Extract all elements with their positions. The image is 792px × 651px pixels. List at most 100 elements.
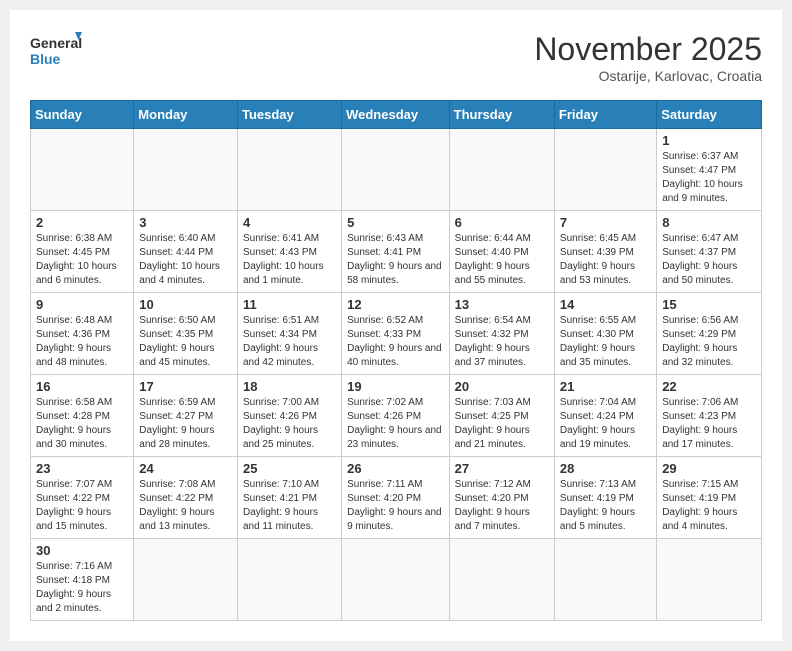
day-number: 16: [36, 379, 128, 394]
day-info: Sunrise: 7:03 AMSunset: 4:25 PMDaylight:…: [455, 396, 549, 452]
day-number: 29: [662, 461, 756, 476]
day-number: 28: [560, 461, 651, 476]
day-info: Sunrise: 6:40 AMSunset: 4:44 PMDaylight:…: [139, 232, 232, 288]
cell-week0-day5: [554, 129, 656, 211]
svg-text:Blue: Blue: [30, 51, 61, 67]
day-info: Sunrise: 6:44 AMSunset: 4:40 PMDaylight:…: [455, 232, 549, 288]
title-block: November 2025 Ostarije, Karlovac, Croati…: [534, 30, 762, 84]
cell-week1-day0: 2Sunrise: 6:38 AMSunset: 4:45 PMDaylight…: [31, 211, 134, 293]
day-info: Sunrise: 6:55 AMSunset: 4:30 PMDaylight:…: [560, 314, 651, 370]
cell-week4-day1: 24Sunrise: 7:08 AMSunset: 4:22 PMDayligh…: [134, 457, 238, 539]
cell-week4-day4: 27 Sunrise: 7:12 AMSunset: 4:20 PMDayligh…: [449, 457, 554, 539]
header-wednesday: Wednesday: [342, 101, 450, 129]
cell-week0-day6: 1Sunrise: 6:37 AMSunset: 4:47 PMDaylight…: [657, 129, 762, 211]
day-number: 13: [455, 297, 549, 312]
cell-week5-day3: [342, 539, 450, 621]
cell-week2-day3: 12Sunrise: 6:52 AMSunset: 4:33 PMDayligh…: [342, 293, 450, 375]
week-row-4: 23 Sunrise: 7:07 AMSunset: 4:22 PMDayligh…: [31, 457, 762, 539]
day-info: Sunrise: 7:12 AMSunset: 4:20 PMDaylight:…: [455, 478, 549, 534]
cell-week5-day2: [237, 539, 341, 621]
day-info: Sunrise: 7:07 AMSunset: 4:22 PMDaylight:…: [36, 478, 128, 534]
day-number: 30: [36, 543, 128, 558]
day-info: Sunrise: 7:16 AMSunset: 4:18 PMDaylight:…: [36, 560, 128, 616]
cell-week3-day6: 22Sunrise: 7:06 AMSunset: 4:23 PMDayligh…: [657, 375, 762, 457]
week-row-5: 30 Sunrise: 7:16 AMSunset: 4:18 PMDayligh…: [31, 539, 762, 621]
cell-week1-day3: 5Sunrise: 6:43 AMSunset: 4:41 PMDaylight…: [342, 211, 450, 293]
day-number: 10: [139, 297, 232, 312]
header-thursday: Thursday: [449, 101, 554, 129]
day-number: 21: [560, 379, 651, 394]
day-info: Sunrise: 7:11 AMSunset: 4:20 PMDaylight:…: [347, 478, 444, 534]
day-number: 23: [36, 461, 128, 476]
cell-week5-day5: [554, 539, 656, 621]
logo-wordmark: General Blue: [30, 30, 82, 72]
header-saturday: Saturday: [657, 101, 762, 129]
day-number: 7: [560, 215, 651, 230]
cell-week1-day5: 7Sunrise: 6:45 AMSunset: 4:39 PMDaylight…: [554, 211, 656, 293]
day-info: Sunrise: 6:50 AMSunset: 4:35 PMDaylight:…: [139, 314, 232, 370]
cell-week4-day5: 28 Sunrise: 7:13 AMSunset: 4:19 PMDayligh…: [554, 457, 656, 539]
day-info: Sunrise: 7:13 AMSunset: 4:19 PMDaylight:…: [560, 478, 651, 534]
cell-week5-day6: [657, 539, 762, 621]
cell-week4-day2: 25 Sunrise: 7:10 AMSunset: 4:21 PMDayligh…: [237, 457, 341, 539]
day-info: Sunrise: 6:38 AMSunset: 4:45 PMDaylight:…: [36, 232, 128, 288]
svg-text:General: General: [30, 35, 82, 51]
day-info: Sunrise: 6:47 AMSunset: 4:37 PMDaylight:…: [662, 232, 756, 288]
logo: General Blue: [30, 30, 82, 72]
day-info: Sunrise: 7:10 AMSunset: 4:21 PMDaylight:…: [243, 478, 336, 534]
day-number: 11: [243, 297, 336, 312]
day-number: 24: [139, 461, 232, 476]
week-row-2: 9Sunrise: 6:48 AMSunset: 4:36 PMDaylight…: [31, 293, 762, 375]
day-info: Sunrise: 7:06 AMSunset: 4:23 PMDaylight:…: [662, 396, 756, 452]
cell-week0-day3: [342, 129, 450, 211]
cell-week0-day4: [449, 129, 554, 211]
day-number: 27: [455, 461, 549, 476]
day-number: 17: [139, 379, 232, 394]
header-monday: Monday: [134, 101, 238, 129]
calendar-header-row: SundayMondayTuesdayWednesdayThursdayFrid…: [31, 101, 762, 129]
cell-week4-day0: 23 Sunrise: 7:07 AMSunset: 4:22 PMDayligh…: [31, 457, 134, 539]
calendar: SundayMondayTuesdayWednesdayThursdayFrid…: [30, 100, 762, 621]
cell-week3-day4: 20 Sunrise: 7:03 AMSunset: 4:25 PMDayligh…: [449, 375, 554, 457]
day-info: Sunrise: 6:48 AMSunset: 4:36 PMDaylight:…: [36, 314, 128, 370]
day-number: 14: [560, 297, 651, 312]
day-number: 18: [243, 379, 336, 394]
day-info: Sunrise: 7:04 AMSunset: 4:24 PMDaylight:…: [560, 396, 651, 452]
cell-week1-day1: 3 Sunrise: 6:40 AMSunset: 4:44 PMDaylight…: [134, 211, 238, 293]
header-tuesday: Tuesday: [237, 101, 341, 129]
cell-week1-day2: 4Sunrise: 6:41 AMSunset: 4:43 PMDaylight…: [237, 211, 341, 293]
cell-week3-day1: 17Sunrise: 6:59 AMSunset: 4:27 PMDayligh…: [134, 375, 238, 457]
day-info: Sunrise: 6:56 AMSunset: 4:29 PMDaylight:…: [662, 314, 756, 370]
cell-week2-day4: 13Sunrise: 6:54 AMSunset: 4:32 PMDayligh…: [449, 293, 554, 375]
day-info: Sunrise: 6:51 AMSunset: 4:34 PMDaylight:…: [243, 314, 336, 370]
cell-week5-day0: 30 Sunrise: 7:16 AMSunset: 4:18 PMDayligh…: [31, 539, 134, 621]
day-number: 3: [139, 215, 232, 230]
day-number: 20: [455, 379, 549, 394]
day-number: 15: [662, 297, 756, 312]
day-info: Sunrise: 7:00 AMSunset: 4:26 PMDaylight:…: [243, 396, 336, 452]
cell-week4-day3: 26 Sunrise: 7:11 AMSunset: 4:20 PMDayligh…: [342, 457, 450, 539]
week-row-1: 2Sunrise: 6:38 AMSunset: 4:45 PMDaylight…: [31, 211, 762, 293]
day-info: Sunrise: 7:02 AMSunset: 4:26 PMDaylight:…: [347, 396, 444, 452]
cell-week3-day3: 19Sunrise: 7:02 AMSunset: 4:26 PMDayligh…: [342, 375, 450, 457]
day-number: 26: [347, 461, 444, 476]
header-friday: Friday: [554, 101, 656, 129]
cell-week1-day4: 6 Sunrise: 6:44 AMSunset: 4:40 PMDaylight…: [449, 211, 554, 293]
week-row-3: 16 Sunrise: 6:58 AMSunset: 4:28 PMDayligh…: [31, 375, 762, 457]
month-title: November 2025: [534, 30, 762, 68]
day-number: 6: [455, 215, 549, 230]
location: Ostarije, Karlovac, Croatia: [534, 68, 762, 84]
day-info: Sunrise: 6:52 AMSunset: 4:33 PMDaylight:…: [347, 314, 444, 370]
cell-week5-day1: [134, 539, 238, 621]
cell-week3-day0: 16 Sunrise: 6:58 AMSunset: 4:28 PMDayligh…: [31, 375, 134, 457]
cell-week2-day0: 9Sunrise: 6:48 AMSunset: 4:36 PMDaylight…: [31, 293, 134, 375]
day-number: 5: [347, 215, 444, 230]
cell-week5-day4: [449, 539, 554, 621]
cell-week1-day6: 8Sunrise: 6:47 AMSunset: 4:37 PMDaylight…: [657, 211, 762, 293]
cell-week3-day2: 18 Sunrise: 7:00 AMSunset: 4:26 PMDayligh…: [237, 375, 341, 457]
cell-week0-day0: [31, 129, 134, 211]
day-info: Sunrise: 6:58 AMSunset: 4:28 PMDaylight:…: [36, 396, 128, 452]
cell-week0-day2: [237, 129, 341, 211]
day-info: Sunrise: 7:15 AMSunset: 4:19 PMDaylight:…: [662, 478, 756, 534]
day-number: 25: [243, 461, 336, 476]
